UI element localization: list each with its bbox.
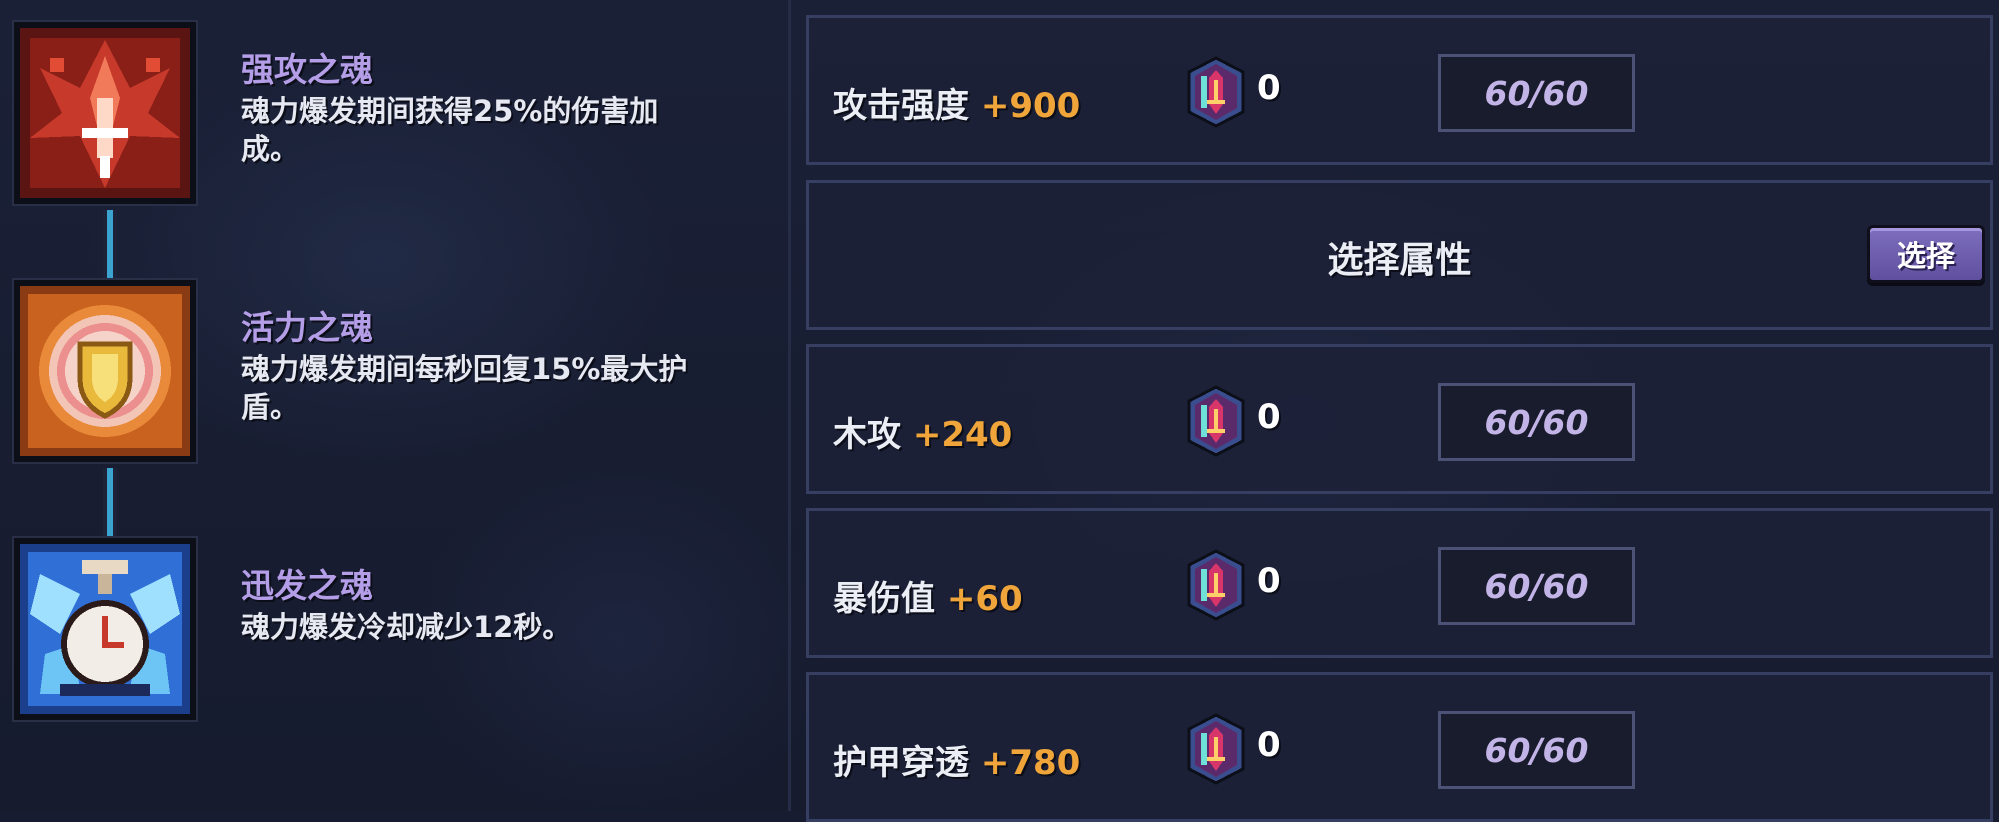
golden-shield-soul-icon[interactable] bbox=[14, 280, 196, 462]
level-display: 60/60 bbox=[1438, 711, 1635, 789]
soul-description: 魂力爆发冷却减少12秒。 bbox=[241, 610, 572, 644]
gem-count: 0 bbox=[1257, 725, 1281, 765]
soul-connector bbox=[103, 468, 117, 536]
stat-name: 暴伤值 bbox=[833, 579, 935, 619]
soul-description: 盾。 bbox=[241, 390, 300, 424]
soul-info: 强攻之魂 魂力爆发期间获得25%的伤害加 成。 bbox=[241, 48, 761, 168]
red-claw-soul-icon[interactable] bbox=[14, 22, 196, 204]
stat-name: 木攻 bbox=[833, 415, 901, 455]
stat-bonus: +240 bbox=[912, 415, 1013, 455]
gem-count: 0 bbox=[1257, 561, 1281, 601]
level-display: 60/60 bbox=[1438, 547, 1635, 625]
soul-name: 迅发之魂 bbox=[241, 566, 373, 605]
select-attribute-title: 选择属性 bbox=[1327, 240, 1472, 281]
stat-slot: 攻击强度 +900 0 60/60 bbox=[806, 15, 1993, 165]
stat-slot: 护甲穿透 +780 0 60/60 bbox=[806, 672, 1993, 822]
soul-info: 迅发之魂 魂力爆发冷却减少12秒。 bbox=[241, 564, 761, 646]
stat-label: 木攻 +240 bbox=[833, 407, 1012, 456]
gem-count: 0 bbox=[1257, 397, 1281, 437]
stat-slot: 暴伤值 +60 0 60/60 bbox=[806, 508, 1993, 658]
stat-slot: 木攻 +240 0 60/60 bbox=[806, 344, 1993, 494]
blue-clock-soul-icon[interactable] bbox=[14, 538, 196, 720]
select-button[interactable]: 选择 bbox=[1867, 225, 1985, 283]
gem-count: 0 bbox=[1257, 68, 1281, 108]
soul-connector bbox=[103, 210, 117, 278]
crystal-sword-gem-icon[interactable] bbox=[1185, 385, 1247, 457]
level-display: 60/60 bbox=[1438, 383, 1635, 461]
column-divider bbox=[788, 0, 791, 811]
soul-name: 活力之魂 bbox=[241, 308, 373, 347]
stat-name: 护甲穿透 bbox=[833, 743, 969, 783]
stat-bonus: +60 bbox=[946, 579, 1023, 619]
stat-label: 暴伤值 +60 bbox=[833, 571, 1023, 620]
soul-description: 魂力爆发期间获得25%的伤害加 bbox=[241, 94, 659, 128]
stat-label: 护甲穿透 +780 bbox=[833, 735, 1080, 784]
level-display: 60/60 bbox=[1438, 54, 1635, 132]
stat-label: 攻击强度 +900 bbox=[833, 78, 1080, 127]
soul-info: 活力之魂 魂力爆发期间每秒回复15%最大护 盾。 bbox=[241, 306, 761, 426]
crystal-sword-gem-icon[interactable] bbox=[1185, 549, 1247, 621]
crystal-sword-gem-icon[interactable] bbox=[1185, 713, 1247, 785]
soul-description: 成。 bbox=[241, 132, 300, 166]
soul-description: 魂力爆发期间每秒回复15%最大护 bbox=[241, 352, 688, 386]
stat-bonus: +900 bbox=[980, 86, 1081, 126]
soul-name: 强攻之魂 bbox=[241, 50, 373, 89]
crystal-sword-gem-icon[interactable] bbox=[1185, 56, 1247, 128]
select-attribute-slot: 选择属性 选择 bbox=[806, 180, 1993, 330]
stat-name: 攻击强度 bbox=[833, 86, 969, 126]
stat-bonus: +780 bbox=[980, 743, 1081, 783]
